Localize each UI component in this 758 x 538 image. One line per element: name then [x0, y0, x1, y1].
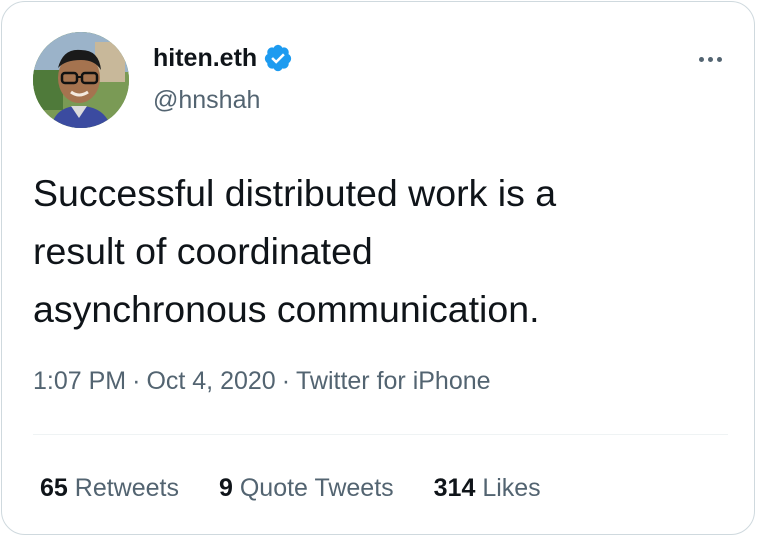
- more-dot: [698, 56, 704, 62]
- verified-badge-icon: [265, 44, 292, 72]
- retweets-count: 65: [40, 474, 68, 502]
- tweet-timestamp-link[interactable]: 1:07 PM · Oct 4, 2020: [33, 367, 276, 395]
- tweet-text: Successful distributed work is a result …: [33, 164, 733, 338]
- avatar[interactable]: [33, 32, 129, 128]
- tweet-meta: 1:07 PM · Oct 4, 2020 · Twitter for iPhone: [33, 365, 491, 397]
- retweets-stat[interactable]: 65 Retweets: [40, 472, 179, 504]
- tweet-text-line: Successful distributed work is a: [33, 172, 557, 214]
- tweet-time: 1:07 PM: [33, 367, 127, 395]
- tweet-date: Oct 4, 2020: [146, 367, 276, 395]
- retweets-label: Retweets: [74, 474, 179, 502]
- author-handle[interactable]: @hnshah: [153, 85, 260, 115]
- author-name-row[interactable]: hiten.eth: [153, 43, 293, 73]
- tweet-text-line: result of coordinated: [33, 230, 373, 272]
- meta-separator: ·: [281, 367, 291, 395]
- more-dot: [716, 56, 722, 62]
- likes-count: 314: [433, 474, 476, 502]
- more-dot: [707, 56, 713, 62]
- quote-tweets-stat[interactable]: 9 Quote Tweets: [219, 472, 394, 504]
- tweet-card[interactable]: hiten.eth @hnshah Successful distributed…: [1, 1, 755, 535]
- tweet-text-line: asynchronous communication.: [33, 288, 540, 330]
- likes-label: Likes: [482, 474, 541, 502]
- meta-separator: ·: [132, 367, 141, 395]
- likes-stat[interactable]: 314 Likes: [434, 472, 541, 504]
- tweet-source-link[interactable]: Twitter for iPhone: [296, 367, 491, 395]
- tweet-stats: 65 Retweets 9 Quote Tweets 314 Likes: [40, 472, 541, 504]
- author-display-name[interactable]: hiten.eth: [153, 43, 257, 73]
- avatar-image: [33, 32, 129, 128]
- quote-tweets-label: Quote Tweets: [239, 474, 394, 502]
- more-options-icon[interactable]: [692, 44, 728, 74]
- divider: [33, 434, 728, 435]
- quote-tweets-count: 9: [218, 474, 233, 502]
